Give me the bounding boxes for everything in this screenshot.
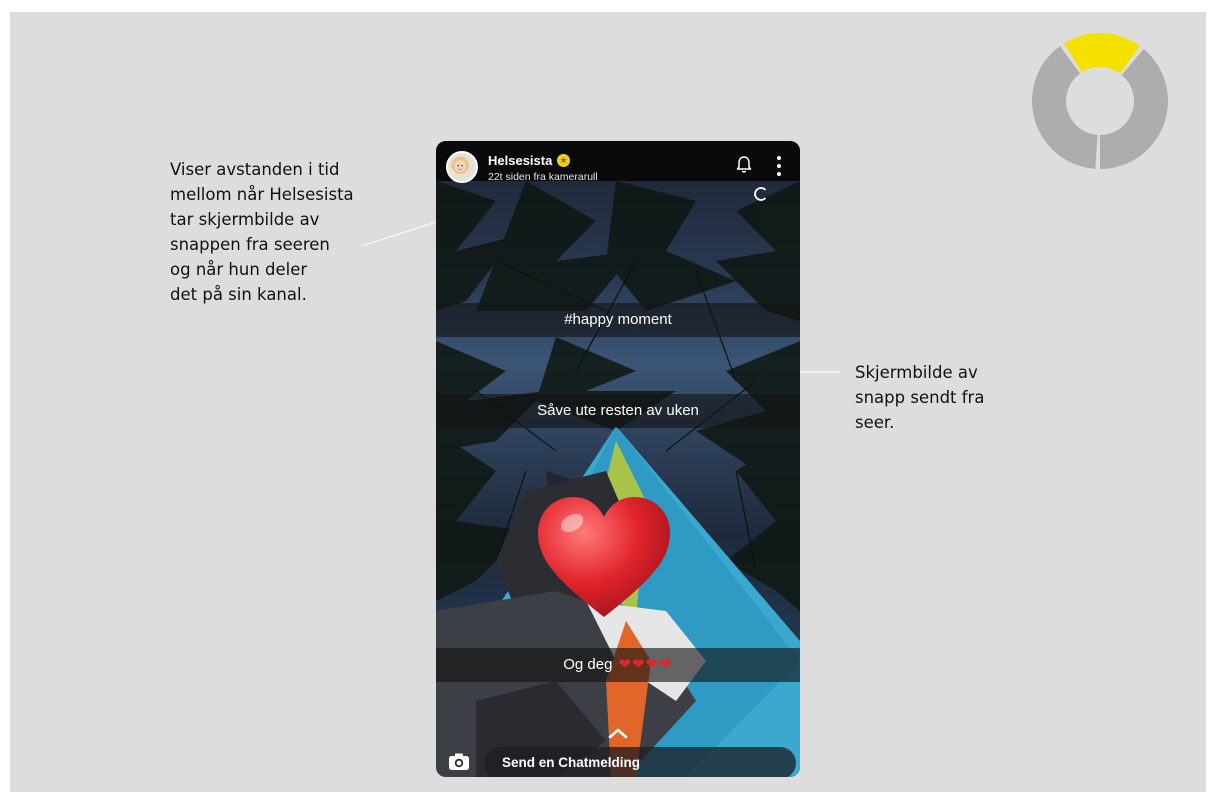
snap-timestamp: 22t siden fra kamerarull (488, 171, 598, 183)
camera-icon[interactable] (446, 749, 472, 775)
caption-text: #happy moment (564, 311, 672, 328)
heart-emojis: ❤❤❤❤ (618, 656, 673, 673)
caption-bar: #happy moment (436, 303, 800, 337)
chevron-up-icon[interactable] (607, 727, 629, 739)
caption-text: Og deg (563, 656, 613, 673)
snap-screenshot: Helsesista ★ 22t siden fra kamerarull #h… (436, 141, 800, 777)
star-badge-icon: ★ (557, 154, 570, 167)
bitmoji-avatar-icon[interactable] (446, 151, 478, 183)
chat-message-placeholder: Send en Chatmelding (502, 755, 641, 770)
loading-spinner-icon (754, 187, 766, 201)
caption-text: Såve ute resten av uken (537, 402, 699, 419)
annotation-time-gap: Viser avstanden i tid mellom når Helsesi… (170, 160, 354, 304)
username[interactable]: Helsesista (488, 153, 552, 168)
annotation-viewer-screenshot: Skjermbilde av snapp sendt fra seer. (855, 363, 985, 432)
bell-icon[interactable] (736, 156, 752, 174)
progress-donut (1032, 33, 1168, 169)
caption-bar: Såve ute resten av uken (436, 394, 800, 428)
chat-message-input[interactable]: Send en Chatmelding (484, 747, 796, 777)
red-heart-emoji (538, 497, 670, 617)
kebab-menu-icon[interactable] (776, 155, 782, 177)
caption-bar: Og deg ❤❤❤❤ (436, 648, 800, 682)
